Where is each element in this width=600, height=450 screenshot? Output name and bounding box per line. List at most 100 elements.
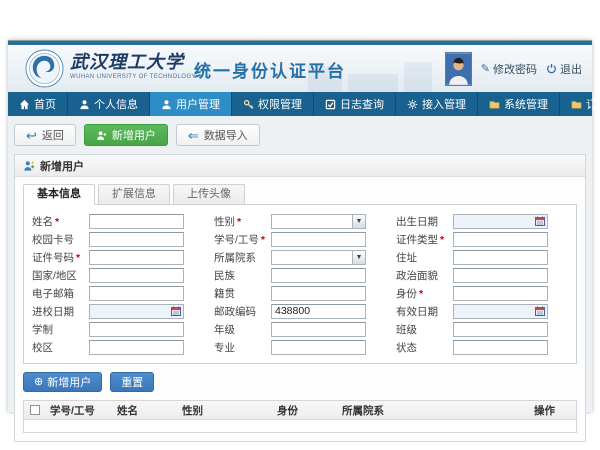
- avatar[interactable]: [445, 52, 472, 86]
- form-field: 邮政编码: [214, 303, 386, 319]
- pencil-icon: ✎: [481, 62, 490, 75]
- text-input[interactable]: [89, 214, 184, 229]
- text-input[interactable]: [89, 268, 184, 283]
- form-field: 姓名*: [32, 213, 204, 229]
- content: ↩ 返回 新增用户 ⇐ 数据导入: [8, 116, 592, 442]
- field-label: 状态: [396, 340, 453, 355]
- text-input[interactable]: [453, 268, 548, 283]
- tab-bar: 基本信息扩展信息上传头像: [23, 184, 577, 204]
- text-input[interactable]: [89, 250, 184, 265]
- select-field[interactable]: ▼: [271, 214, 366, 229]
- date-field[interactable]: [453, 214, 548, 229]
- field-label: 校区: [32, 340, 89, 355]
- text-input[interactable]: [89, 286, 184, 301]
- select-field[interactable]: ▼: [271, 250, 366, 265]
- form-box: 姓名*校园卡号证件号码*国家/地区电子邮箱进校日期学制校区性别*▼学号/工号*所…: [23, 204, 577, 364]
- data-import-button[interactable]: ⇐ 数据导入: [176, 124, 260, 146]
- nav-item-label: 日志查询: [340, 96, 384, 112]
- field-label: 年级: [214, 322, 271, 337]
- text-input[interactable]: [453, 340, 548, 355]
- nav-item-label: 权限管理: [258, 96, 302, 112]
- date-field[interactable]: [89, 304, 184, 319]
- nav-item-7[interactable]: 系统管理: [478, 92, 560, 116]
- user-plus-icon: [96, 130, 107, 141]
- form-field: 进校日期: [32, 303, 204, 319]
- nav-item-label: 个人信息: [94, 96, 138, 112]
- table-header-cell: 操作: [530, 403, 576, 418]
- text-input[interactable]: [453, 322, 548, 337]
- table-header-row: 学号/工号姓名性别身份所属院系操作: [24, 401, 576, 420]
- required-asterisk: *: [419, 288, 423, 300]
- add-user-toolbar-button[interactable]: 新增用户: [84, 124, 168, 146]
- import-arrow-icon: ⇐: [188, 129, 199, 142]
- submit-label: 新增用户: [47, 374, 91, 390]
- calendar-icon[interactable]: [169, 306, 182, 317]
- text-input[interactable]: [89, 322, 184, 337]
- form-field: 政治面貌: [396, 267, 568, 283]
- text-input[interactable]: [453, 286, 548, 301]
- required-asterisk: *: [76, 252, 80, 264]
- form-field: 住址: [396, 249, 568, 265]
- select-all-checkbox[interactable]: [30, 405, 40, 415]
- field-label: 学号/工号*: [214, 232, 271, 247]
- field-label: 性别*: [214, 214, 271, 229]
- logout-link[interactable]: 退出: [546, 61, 582, 77]
- text-input[interactable]: [453, 232, 548, 247]
- plus-circle-icon: ⊕: [34, 377, 43, 388]
- nav-item-5[interactable]: 日志查询: [314, 92, 396, 116]
- field-label: 籍贯: [214, 286, 271, 301]
- table-header-cell: 姓名: [113, 403, 178, 418]
- form-field: 校园卡号: [32, 231, 204, 247]
- back-button[interactable]: ↩ 返回: [14, 124, 76, 146]
- reset-button[interactable]: 重置: [110, 372, 154, 392]
- form-field: 所属院系▼: [214, 249, 386, 265]
- text-input[interactable]: [271, 286, 366, 301]
- field-label: 学制: [32, 322, 89, 337]
- tab-3[interactable]: 上传头像: [173, 184, 245, 204]
- reset-label: 重置: [121, 374, 143, 390]
- brand: 武汉理工大学 WUHAN UNIVERSITY OF TECHNOLOGY: [70, 53, 196, 80]
- header: 武汉理工大学 WUHAN UNIVERSITY OF TECHNOLOGY 统一…: [8, 45, 592, 92]
- field-label: 政治面貌: [396, 268, 453, 283]
- nav-item-1[interactable]: 首页: [8, 92, 68, 116]
- field-label: 证件号码*: [32, 250, 89, 265]
- university-logo-icon: [25, 49, 64, 88]
- text-input[interactable]: [271, 232, 366, 247]
- field-label: 有效日期: [396, 304, 453, 319]
- calendar-icon[interactable]: [533, 216, 546, 227]
- text-input[interactable]: [89, 232, 184, 247]
- text-input[interactable]: [271, 322, 366, 337]
- calendar-icon[interactable]: [533, 306, 546, 317]
- text-input[interactable]: [271, 340, 366, 355]
- form-actions: ⊕ 新增用户 重置: [23, 372, 577, 392]
- text-input[interactable]: [271, 304, 366, 319]
- nav-item-8[interactable]: 订阅管理: [560, 92, 600, 116]
- field-label: 身份*: [396, 286, 453, 301]
- change-password-link[interactable]: ✎ 修改密码: [481, 61, 537, 77]
- field-label: 进校日期: [32, 304, 89, 319]
- university-name: 武汉理工大学: [70, 53, 196, 73]
- text-input[interactable]: [453, 250, 548, 265]
- table-header-cell: 学号/工号: [46, 403, 113, 418]
- field-label: 证件类型*: [396, 232, 453, 247]
- text-input[interactable]: [271, 268, 366, 283]
- nav-item-4[interactable]: 权限管理: [232, 92, 314, 116]
- log-icon: [325, 99, 336, 110]
- nav-item-label: 用户管理: [176, 96, 220, 112]
- submit-add-user-button[interactable]: ⊕ 新增用户: [23, 372, 102, 392]
- field-label: 邮政编码: [214, 304, 271, 319]
- form-field: 证件类型*: [396, 231, 568, 247]
- gear-icon: [407, 99, 418, 110]
- tab-1[interactable]: 基本信息: [23, 184, 95, 205]
- chevron-down-icon: ▼: [352, 215, 365, 228]
- power-icon: [546, 63, 557, 74]
- date-field[interactable]: [453, 304, 548, 319]
- nav-item-3[interactable]: 用户管理: [150, 92, 232, 116]
- text-input[interactable]: [89, 340, 184, 355]
- tab-2[interactable]: 扩展信息: [98, 184, 170, 204]
- nav-item-2[interactable]: 个人信息: [68, 92, 150, 116]
- nav-item-6[interactable]: 接入管理: [396, 92, 478, 116]
- nav-item-label: 接入管理: [422, 96, 466, 112]
- field-label: 民族: [214, 268, 271, 283]
- toolbar: ↩ 返回 新增用户 ⇐ 数据导入: [14, 124, 586, 146]
